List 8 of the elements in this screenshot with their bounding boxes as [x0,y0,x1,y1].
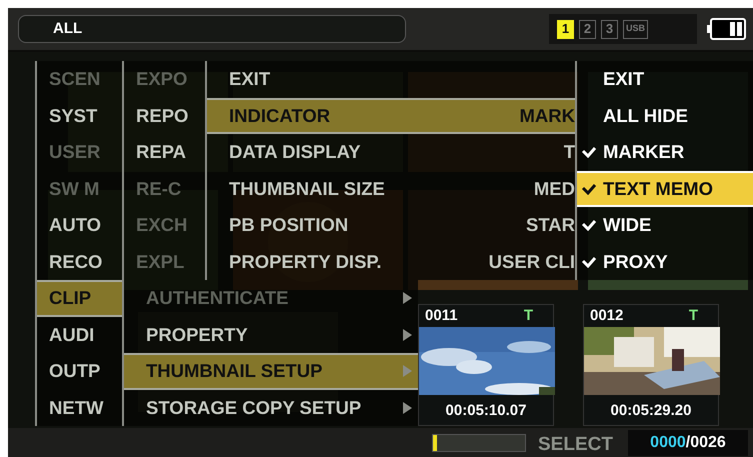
slot-tab[interactable]: 1 [557,20,574,38]
slot-tab[interactable]: USB [623,20,648,38]
clip-count: 0000/0026 [628,430,748,456]
battery-icon [707,18,747,40]
slot-tab[interactable]: 2 [579,20,596,38]
filter-field[interactable]: ALL [18,15,406,43]
slot-tab[interactable]: 3 [601,20,618,38]
select-label: SELECT [538,433,613,457]
